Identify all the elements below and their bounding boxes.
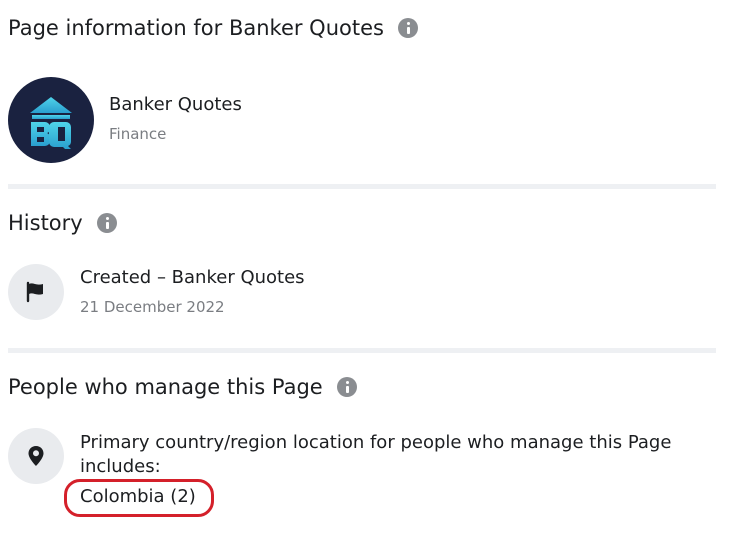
location-icon-circle bbox=[8, 428, 64, 484]
managers-heading: People who manage this Page bbox=[8, 375, 357, 399]
info-icon[interactable] bbox=[96, 213, 117, 233]
managers-location-text: Primary country/region location for peop… bbox=[80, 432, 672, 475]
logo bbox=[30, 97, 72, 149]
flag-icon bbox=[26, 281, 43, 303]
page-category: Finance bbox=[109, 125, 167, 143]
managers-title: People who manage this Page bbox=[8, 375, 323, 399]
history-event-date: 21 December 2022 bbox=[80, 298, 225, 316]
history-event-title: Created – Banker Quotes bbox=[80, 267, 305, 288]
info-icon[interactable] bbox=[397, 18, 418, 38]
location-pin-icon bbox=[28, 446, 44, 466]
page-info-panel: Page information for Banker Quotes Banke… bbox=[0, 0, 744, 540]
annotation-circle bbox=[64, 479, 214, 517]
flag-icon-circle bbox=[8, 264, 64, 320]
history-heading: History bbox=[8, 211, 117, 235]
page-info-heading: Page information for Banker Quotes bbox=[8, 16, 418, 40]
page-name[interactable]: Banker Quotes bbox=[109, 94, 242, 115]
page-info-title: Page information for Banker Quotes bbox=[8, 16, 384, 40]
avatar[interactable] bbox=[8, 77, 94, 163]
info-icon[interactable] bbox=[336, 377, 357, 397]
divider bbox=[8, 184, 716, 189]
history-title: History bbox=[8, 211, 83, 235]
divider bbox=[8, 348, 716, 353]
